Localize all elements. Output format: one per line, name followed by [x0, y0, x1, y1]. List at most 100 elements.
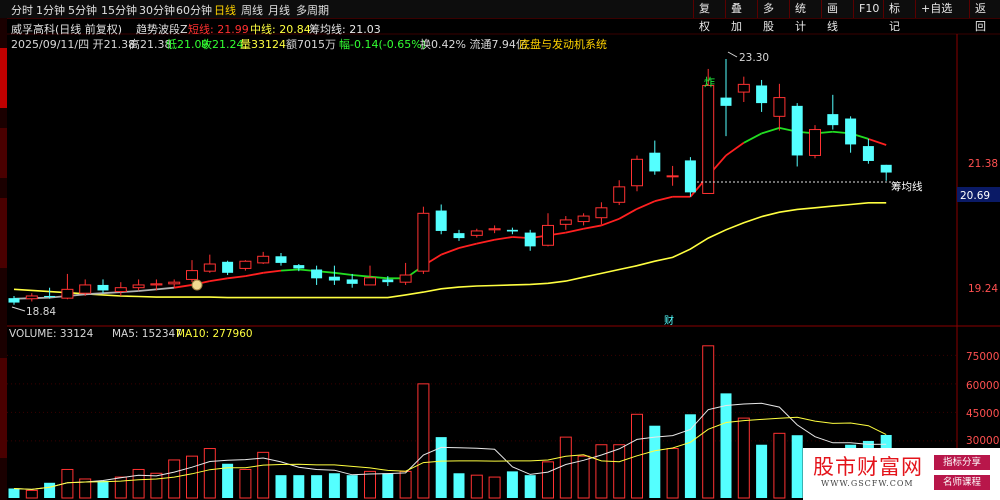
volume-grid: [7, 354, 957, 442]
volume-bar-down: [684, 414, 696, 498]
candle-body-up: [168, 281, 181, 285]
period-tab-timeshare[interactable]: 分时: [11, 2, 33, 18]
multi-stock-button[interactable]: 多股: [757, 0, 789, 33]
add-watchlist-button[interactable]: +自选: [915, 0, 969, 18]
short-line-segment: [725, 142, 745, 157]
volume-bar-up: [399, 470, 412, 499]
short-line-segment: [138, 288, 157, 292]
volume-bar-up: [559, 436, 572, 499]
left-side-tabs[interactable]: [0, 18, 7, 500]
candle-body-down: [311, 269, 323, 279]
volume-bar-up: [488, 476, 501, 499]
volume-ma5-line: [13, 402, 887, 490]
back-button[interactable]: 返回: [969, 0, 1000, 33]
price-tick-lower: 19.24: [968, 283, 998, 295]
short-line-segment: [868, 138, 887, 146]
volume-bar-up: [364, 470, 376, 499]
info-change: 幅-0.14(-0.65%): [339, 38, 426, 51]
period-tab-daily[interactable]: 日线: [214, 2, 236, 18]
overlay-button[interactable]: 叠加: [725, 0, 757, 33]
short-line-segment: [654, 195, 673, 203]
candle-body-up: [595, 207, 608, 219]
volume-bar-down: [8, 488, 20, 498]
high-price-label: 23.30: [739, 52, 769, 64]
short-line-segment: [156, 286, 175, 291]
side-tab[interactable]: [0, 128, 7, 178]
volume-bar-up: [613, 444, 626, 499]
candle-body-up: [25, 295, 38, 300]
high-label-pointer: [727, 51, 738, 58]
volume-bar-up: [186, 455, 198, 499]
period-tab-5min[interactable]: 5分钟: [68, 2, 97, 18]
volume-bar-up: [239, 468, 252, 499]
moving-average-lines: [13, 127, 887, 300]
short-line-segment: [440, 247, 460, 256]
volume-bar-up: [114, 476, 127, 499]
side-tab[interactable]: [0, 198, 7, 268]
volume-bar-down: [453, 473, 465, 498]
low-label-pointer: [11, 306, 26, 312]
volume-ma10: MA10: 277960: [176, 328, 253, 340]
adjust-button[interactable]: 复权: [693, 0, 725, 33]
candle-body-down: [720, 97, 732, 106]
candle-body-up: [239, 260, 252, 269]
short-line-segment: [618, 208, 638, 220]
short-line-segment: [458, 242, 478, 249]
short-line-segment: [352, 274, 371, 278]
volume-bar-down: [328, 473, 340, 498]
info-volume: 量33124: [240, 38, 286, 51]
candle-body-up: [488, 228, 501, 231]
candle-body-down: [524, 232, 536, 247]
price-tick-upper: 21.38: [968, 158, 998, 170]
volume-tick-45000: 45000: [966, 408, 999, 420]
volume-bar-down: [791, 435, 803, 498]
candle-body-down: [293, 265, 305, 269]
statistics-button[interactable]: 统计: [789, 0, 821, 33]
candle-body-up: [150, 283, 163, 286]
side-tab[interactable]: [0, 358, 7, 458]
volume-tick-75000: 75000: [966, 351, 999, 363]
explode-marker: 炸: [704, 76, 715, 89]
short-line-segment: [601, 217, 620, 227]
short-line-segment: [174, 284, 193, 289]
kline-chart[interactable]: 筹均线 炸 23.30 18.84 财 21.38 19.24 20.69 75…: [0, 0, 1000, 500]
period-tab-30min[interactable]: 30分钟: [139, 2, 175, 18]
volume-bar-down: [756, 444, 768, 498]
candle-body-up: [79, 284, 92, 294]
candle-body-down: [275, 256, 287, 263]
mark-button[interactable]: 标记: [883, 0, 915, 33]
volume-bar-down: [44, 482, 56, 498]
info-date-open: 2025/09/11/四 开21.38: [11, 38, 136, 51]
candle-body-up: [203, 263, 216, 272]
draw-line-button[interactable]: 画线: [821, 0, 853, 33]
period-tab-15min[interactable]: 15分钟: [101, 2, 137, 18]
volume-bar-up: [542, 461, 554, 499]
candle-body-up: [417, 212, 430, 272]
f10-button[interactable]: F10: [853, 0, 883, 18]
volume-bar-down: [382, 473, 394, 498]
period-tab-multi[interactable]: 多周期: [296, 2, 329, 18]
candle-body-down: [791, 105, 803, 156]
volume-ma5: MA5: 152347: [112, 328, 182, 340]
volume-ma-lines: [13, 402, 887, 490]
candle-body-down: [862, 146, 874, 161]
period-tab-60min[interactable]: 60分钟: [176, 2, 212, 18]
period-tab-monthly[interactable]: 月线: [268, 2, 290, 18]
watermark-tag-indicators: 指标分享: [934, 455, 990, 470]
side-tab-active[interactable]: [0, 48, 7, 108]
short-line-segment: [743, 132, 763, 144]
volume-bar-up: [132, 468, 145, 499]
volume-bar-up: [666, 448, 679, 499]
volume-bar-down: [222, 463, 234, 498]
watermark-tag-courses: 名师课程: [934, 475, 990, 490]
candle-body-up: [364, 277, 376, 286]
candle-body-down: [8, 298, 20, 303]
short-line-segment: [636, 200, 656, 210]
period-tab-1min[interactable]: 1分钟: [36, 2, 65, 18]
candle-body-up: [470, 230, 483, 236]
volume-bar-down: [346, 475, 358, 498]
candle-body-down: [827, 114, 839, 126]
volume-title: VOLUME: 33124: [9, 328, 94, 340]
period-tab-weekly[interactable]: 周线: [241, 2, 263, 18]
chip-line-label: 筹均线: [891, 180, 923, 193]
